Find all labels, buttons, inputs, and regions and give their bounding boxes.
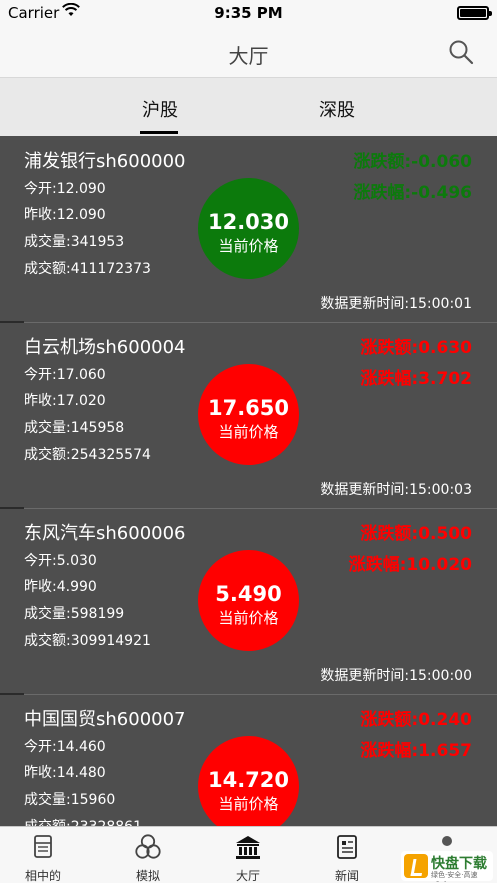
stock-name: 东风汽车sh600006 xyxy=(24,523,186,544)
change-amount: 涨跌额:0.240 xyxy=(360,710,472,730)
change-amount: 涨跌额:0.500 xyxy=(360,524,472,544)
current-price: 14.720 xyxy=(207,768,290,792)
tabbar-label: 大厅 xyxy=(235,869,260,883)
battery-icon xyxy=(457,6,492,20)
current-price-label: 当前价格 xyxy=(218,423,279,441)
tabbar-label: 相中的 xyxy=(24,869,61,883)
price-bubble: 17.650 当前价格 xyxy=(198,364,299,465)
tabbar-item-news[interactable]: 新闻 xyxy=(312,827,382,883)
stock-list[interactable]: 浦发银行sh600000 今开:12.090 昨收:12.090 成交量:341… xyxy=(0,136,497,826)
tab-indicator xyxy=(140,131,178,134)
tab-shanghai[interactable]: 沪股 xyxy=(100,78,220,136)
current-price-label: 当前价格 xyxy=(218,795,279,813)
bottom-tab-bar: 相中的 模拟 大厅 新闻 快盘下载 绿色·安全·高速 xyxy=(0,826,497,883)
stock-name: 白云机场sh600004 xyxy=(24,337,186,358)
open-price: 今开:14.460 xyxy=(24,739,106,755)
change-percent: 涨跌幅:10.020 xyxy=(348,555,472,575)
news-icon xyxy=(337,835,357,859)
turnover: 成交额:309914921 xyxy=(24,633,151,649)
turnover: 成交额:411172373 xyxy=(24,261,151,277)
volume: 成交量:15960 xyxy=(24,792,116,808)
bank-icon xyxy=(236,836,260,859)
stock-card[interactable]: 浦发银行sh600000 今开:12.090 昨收:12.090 成交量:341… xyxy=(0,136,497,322)
prev-close: 昨收:17.020 xyxy=(24,393,106,409)
circles-icon xyxy=(135,834,161,859)
current-price-label: 当前价格 xyxy=(218,237,279,255)
update-time: 数据更新时间:15:00:01 xyxy=(320,296,472,312)
tabbar-item-watchlist[interactable]: 相中的 xyxy=(8,827,78,883)
watermark-subtitle: 绿色·安全·高速 xyxy=(431,871,478,879)
stock-card[interactable]: 中国国贸sh600007 今开:14.460 昨收:14.480 成交量:159… xyxy=(0,693,497,826)
search-icon[interactable] xyxy=(447,38,475,66)
tabbar-item-simulation[interactable]: 模拟 xyxy=(113,827,183,883)
status-bar: Carrier 9:35 PM xyxy=(0,0,497,28)
card-divider xyxy=(0,507,497,509)
open-price: 今开:5.030 xyxy=(24,553,97,569)
stock-card[interactable]: 东风汽车sh600006 今开:5.030 昨收:4.990 成交量:59819… xyxy=(0,507,497,694)
current-price-label: 当前价格 xyxy=(218,609,279,627)
current-price: 17.650 xyxy=(207,396,290,420)
price-bubble: 14.720 当前价格 xyxy=(198,736,299,826)
document-icon xyxy=(34,835,52,858)
tabbar-label: 模拟 xyxy=(135,869,160,883)
download-site-watermark: 快盘下载 绿色·安全·高速 xyxy=(401,851,493,881)
current-price: 12.030 xyxy=(207,210,290,234)
card-divider xyxy=(0,321,497,323)
update-time: 数据更新时间:15:00:03 xyxy=(320,482,472,498)
change-percent: 涨跌幅:-0.496 xyxy=(353,183,472,203)
change-amount: 涨跌额:0.630 xyxy=(360,338,472,358)
prev-close: 昨收:14.480 xyxy=(24,765,106,781)
tabbar-item-hall[interactable]: 大厅 xyxy=(213,827,283,883)
price-bubble: 5.490 当前价格 xyxy=(198,550,299,651)
volume: 成交量:145958 xyxy=(24,420,125,436)
turnover: 成交额:254325574 xyxy=(24,447,151,463)
stock-card[interactable]: 白云机场sh600004 今开:17.060 昨收:17.020 成交量:145… xyxy=(0,321,497,508)
prev-close: 昨收:12.090 xyxy=(24,207,106,223)
volume: 成交量:341953 xyxy=(24,234,125,250)
stock-name: 中国国贸sh600007 xyxy=(24,709,186,730)
change-amount: 涨跌额:-0.060 xyxy=(353,152,472,172)
tabbar-label: 新闻 xyxy=(334,869,359,883)
turnover: 成交额:23328861 xyxy=(24,816,142,826)
market-tabs: 沪股 深股 xyxy=(0,78,497,136)
price-bubble: 12.030 当前价格 xyxy=(198,178,299,279)
current-price: 5.490 xyxy=(215,582,282,606)
card-divider xyxy=(0,693,497,695)
open-price: 今开:17.060 xyxy=(24,367,106,383)
open-price: 今开:12.090 xyxy=(24,181,106,197)
tab-shenzhen[interactable]: 深股 xyxy=(277,78,397,136)
clock: 9:35 PM xyxy=(214,4,283,22)
change-percent: 涨跌幅:1.657 xyxy=(360,741,472,761)
change-percent: 涨跌幅:3.702 xyxy=(360,369,472,389)
page-title: 大厅 xyxy=(228,44,269,68)
prev-close: 昨收:4.990 xyxy=(24,579,97,595)
volume: 成交量:598199 xyxy=(24,606,125,622)
navigation-bar: 大厅 xyxy=(0,28,497,78)
stock-name: 浦发银行sh600000 xyxy=(24,151,186,172)
watermark-logo-icon xyxy=(404,854,428,878)
update-time: 数据更新时间:15:00:00 xyxy=(320,668,472,684)
